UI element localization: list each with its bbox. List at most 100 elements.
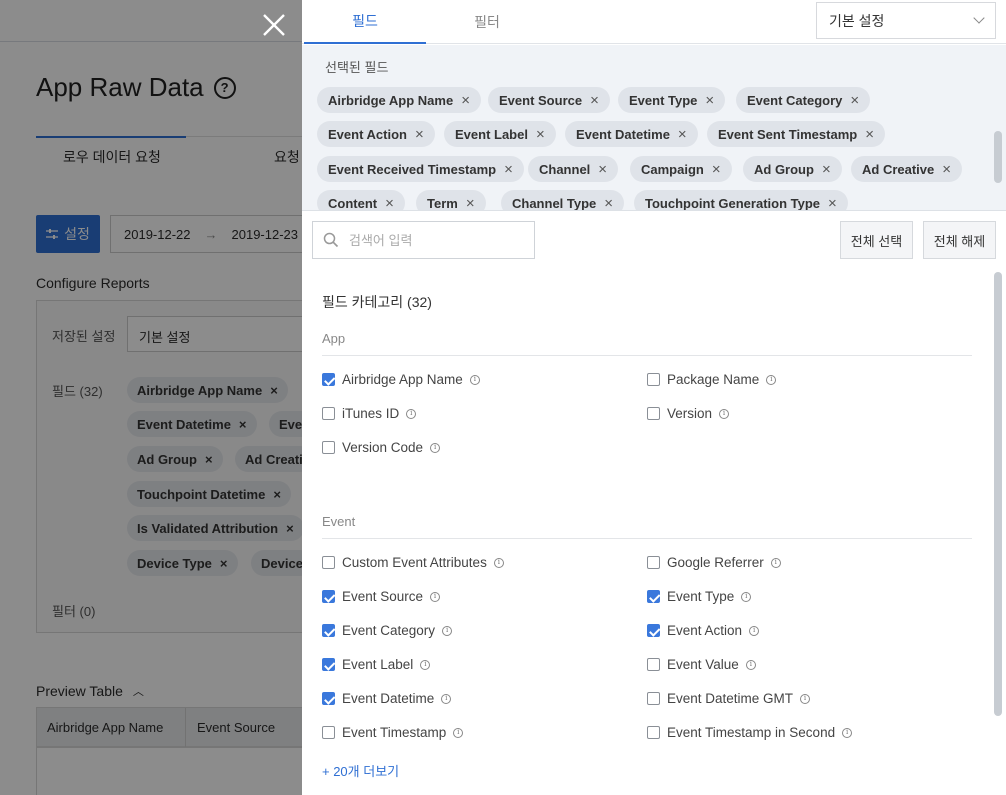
field-checkbox-item[interactable]: Version i — [647, 406, 730, 421]
tab-fields[interactable]: 필드 — [304, 0, 426, 44]
selected-field-chip[interactable]: Event Source × — [488, 87, 610, 113]
checkbox-unchecked[interactable] — [647, 726, 660, 739]
close-icon[interactable]: × — [712, 162, 721, 177]
info-icon[interactable]: i — [442, 625, 453, 636]
scrollbar[interactable] — [994, 272, 1002, 716]
selected-field-chip[interactable]: Ad Creative × — [851, 156, 963, 182]
deselect-all-button[interactable]: 전체 해제 — [923, 221, 996, 259]
checkbox-unchecked[interactable] — [322, 726, 335, 739]
close-icon[interactable]: × — [461, 93, 470, 108]
chip-label: Content — [328, 195, 378, 211]
checkbox-checked[interactable] — [322, 373, 335, 386]
field-checkbox-item[interactable]: Event Datetime GMT i — [647, 691, 811, 706]
info-icon[interactable]: i — [453, 727, 464, 738]
selected-field-chip[interactable]: Event Label × — [444, 121, 556, 147]
info-icon[interactable]: i — [745, 659, 756, 670]
field-checkbox-item[interactable]: Event Category i — [322, 623, 453, 638]
close-icon[interactable] — [258, 9, 290, 41]
selected-field-chip[interactable]: Event Datetime × — [565, 121, 698, 147]
selected-field-chip[interactable]: Event Type × — [618, 87, 726, 113]
checkbox-unchecked[interactable] — [322, 556, 335, 569]
field-checkbox-item[interactable]: Google Referrer i — [647, 555, 781, 570]
info-icon[interactable]: i — [493, 557, 504, 568]
field-checkbox-item[interactable]: Event Source i — [322, 589, 441, 604]
field-checkbox-item[interactable]: Event Timestamp i — [322, 725, 464, 740]
selected-field-chip[interactable]: Airbridge App Name × — [317, 87, 481, 113]
field-checkbox-item[interactable]: Event Action i — [647, 623, 760, 638]
info-icon[interactable]: i — [719, 408, 730, 419]
selected-field-chip[interactable]: Event Category × — [736, 87, 871, 113]
selected-field-chip[interactable]: Channel Type × — [501, 190, 625, 211]
close-icon[interactable]: × — [828, 196, 837, 211]
drawer-tabs: 필드 필터 기본 설정 — [302, 0, 1006, 44]
selected-field-chip[interactable]: Campaign × — [630, 156, 732, 182]
checkbox-unchecked[interactable] — [322, 407, 335, 420]
checkbox-unchecked[interactable] — [647, 658, 660, 671]
field-checkbox-item[interactable]: iTunes ID i — [322, 406, 417, 421]
checkbox-unchecked[interactable] — [647, 373, 660, 386]
field-checkbox-item[interactable]: Version Code i — [322, 440, 441, 455]
info-icon[interactable]: i — [430, 442, 441, 453]
info-icon[interactable]: i — [766, 374, 777, 385]
checkbox-checked[interactable] — [322, 590, 335, 603]
info-icon[interactable]: i — [770, 557, 781, 568]
info-icon[interactable]: i — [430, 591, 441, 602]
field-checkbox-item[interactable]: Event Label i — [322, 657, 431, 672]
show-more-link[interactable]: + 20개 더보기 — [322, 761, 399, 780]
checkbox-checked[interactable] — [647, 590, 660, 603]
close-icon[interactable]: × — [415, 127, 424, 142]
checkbox-checked[interactable] — [322, 692, 335, 705]
selected-field-chip[interactable]: Channel × — [528, 156, 619, 182]
close-icon[interactable]: × — [590, 93, 599, 108]
close-icon[interactable]: × — [466, 196, 475, 211]
field-label: Event Type — [667, 589, 735, 604]
field-checkbox-item[interactable]: Package Name i — [647, 372, 777, 387]
info-icon[interactable]: i — [469, 374, 480, 385]
close-icon[interactable]: × — [865, 127, 874, 142]
selected-field-chip[interactable]: Term × — [416, 190, 486, 211]
checkbox-checked[interactable] — [647, 624, 660, 637]
preset-select[interactable]: 기본 설정 — [816, 2, 996, 39]
field-checkbox-item[interactable]: Event Datetime i — [322, 691, 452, 706]
info-icon[interactable]: i — [842, 727, 853, 738]
info-icon[interactable]: i — [420, 659, 431, 670]
checkbox-unchecked[interactable] — [647, 407, 660, 420]
field-checkbox-item[interactable]: Event Type i — [647, 589, 752, 604]
info-icon[interactable]: i — [800, 693, 811, 704]
search-box[interactable] — [312, 221, 535, 259]
selected-field-chip[interactable]: Touchpoint Generation Type × — [634, 190, 848, 211]
tab-filters[interactable]: 필터 — [426, 0, 548, 44]
field-checkbox-item[interactable]: Event Timestamp in Second i — [647, 725, 853, 740]
selected-field-chip[interactable]: Event Received Timestamp × — [317, 156, 524, 182]
info-icon[interactable]: i — [406, 408, 417, 419]
field-checkbox-item[interactable]: Event Value i — [647, 657, 756, 672]
selected-field-chip[interactable]: Content × — [317, 190, 405, 211]
close-icon[interactable]: × — [604, 196, 613, 211]
select-all-button[interactable]: 전체 선택 — [840, 221, 913, 259]
checkbox-checked[interactable] — [322, 658, 335, 671]
selected-field-chip[interactable]: Event Action × — [317, 121, 435, 147]
close-icon[interactable]: × — [504, 162, 513, 177]
close-icon[interactable]: × — [536, 127, 545, 142]
close-icon[interactable]: × — [678, 127, 687, 142]
close-icon[interactable]: × — [598, 162, 607, 177]
checkbox-unchecked[interactable] — [647, 556, 660, 569]
selected-field-chip[interactable]: Ad Group × — [743, 156, 842, 182]
checkbox-checked[interactable] — [322, 624, 335, 637]
close-icon[interactable]: × — [705, 93, 714, 108]
checkbox-unchecked[interactable] — [647, 692, 660, 705]
close-icon[interactable]: × — [850, 93, 859, 108]
info-icon[interactable]: i — [441, 693, 452, 704]
chip-label: Event Sent Timestamp — [718, 126, 858, 142]
checkbox-unchecked[interactable] — [322, 441, 335, 454]
info-icon[interactable]: i — [749, 625, 760, 636]
info-icon[interactable]: i — [741, 591, 752, 602]
close-icon[interactable]: × — [942, 162, 951, 177]
field-checkbox-item[interactable]: Airbridge App Name i — [322, 372, 480, 387]
field-checkbox-item[interactable]: Custom Event Attributes i — [322, 555, 504, 570]
close-icon[interactable]: × — [822, 162, 831, 177]
scrollbar[interactable] — [994, 131, 1002, 183]
close-icon[interactable]: × — [385, 196, 394, 211]
search-input[interactable] — [349, 232, 519, 248]
selected-field-chip[interactable]: Event Sent Timestamp × — [707, 121, 885, 147]
